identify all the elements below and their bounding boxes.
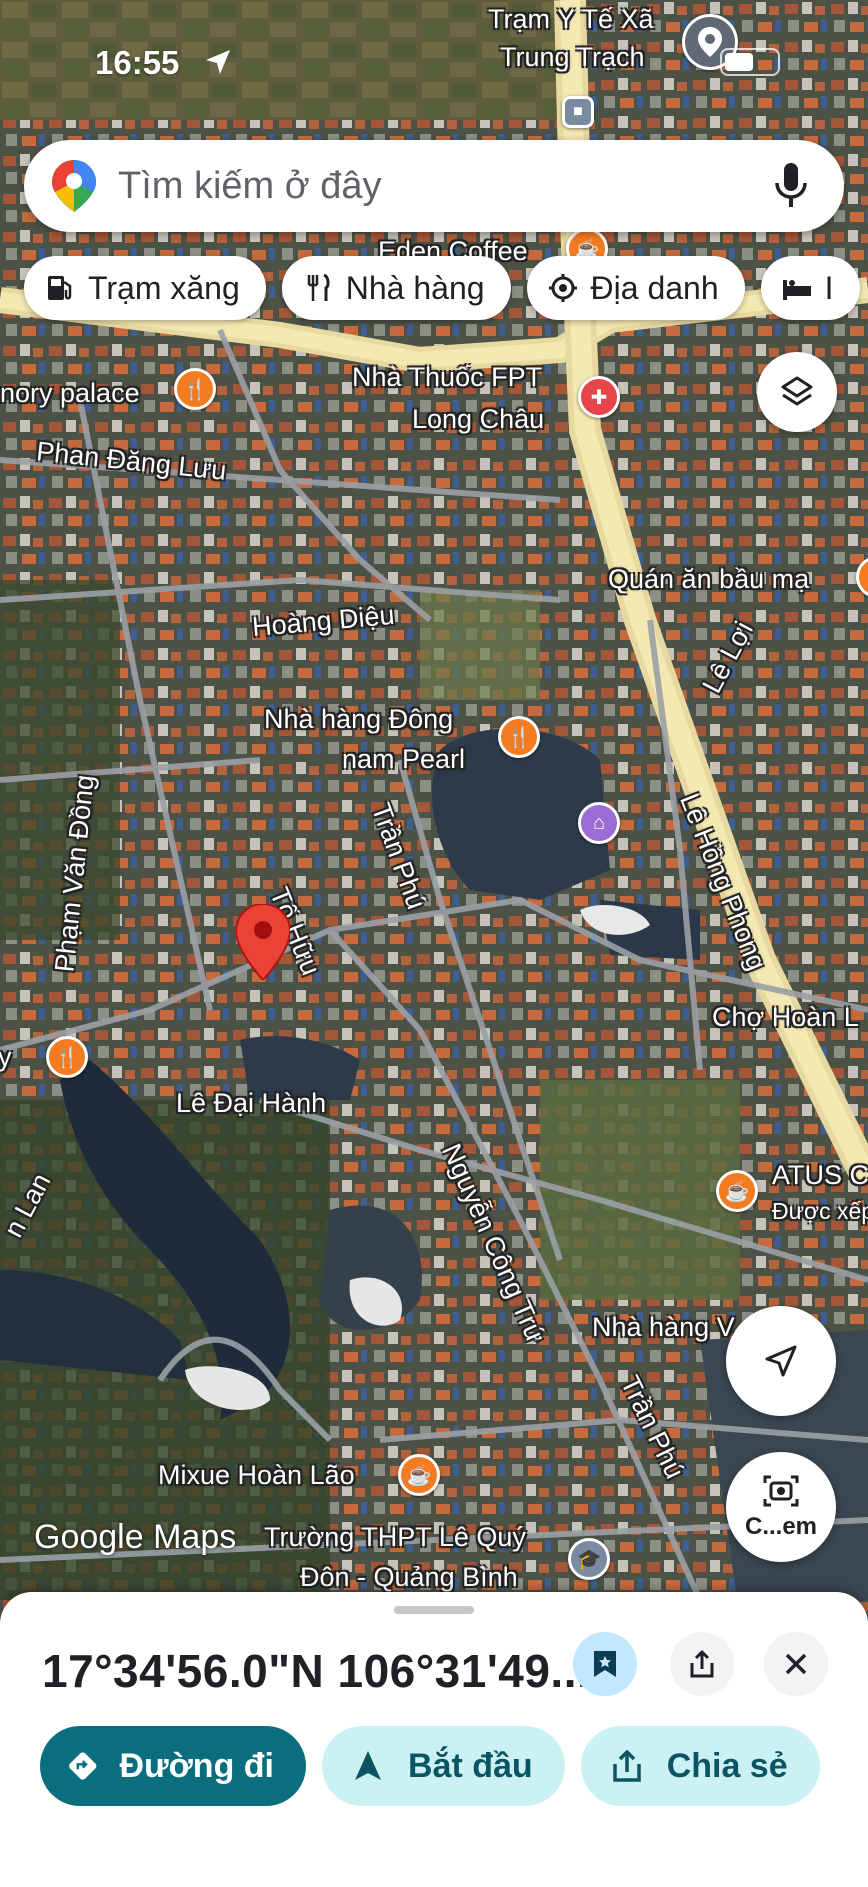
bus-stop-icon[interactable]: ■ — [562, 96, 594, 128]
landmark-icon — [548, 274, 577, 302]
street-label: y — [0, 1042, 12, 1072]
my-location-button[interactable] — [726, 1306, 836, 1416]
save-button[interactable] — [573, 1632, 637, 1696]
restaurant-icon — [307, 273, 330, 301]
directions-button[interactable]: Đường đi — [40, 1726, 306, 1806]
map-label: Trung Trạch — [500, 42, 645, 72]
share-button[interactable]: Chia sẻ — [580, 1726, 820, 1806]
google-maps-watermark: Google Maps — [34, 1518, 237, 1556]
camera-search-button[interactable]: C...em — [726, 1452, 836, 1562]
restaurant-icon[interactable]: 🍴 — [174, 368, 216, 410]
share-icon-button[interactable] — [670, 1632, 734, 1696]
map-label: Nhà hàng Đông — [264, 704, 454, 734]
landmark-icon[interactable]: ⌂ — [578, 802, 620, 844]
place-bottom-sheet[interactable]: 17°34'56.0"N 106°31'49... Đường đi Bắt đ… — [0, 1592, 868, 1887]
map-label: Trường THPT Lê Quý — [264, 1522, 526, 1552]
map-label: Đôn - Quảng Bình — [300, 1562, 518, 1592]
location-services-icon — [206, 50, 230, 74]
gas-station-icon — [48, 276, 72, 300]
layers-button[interactable] — [757, 352, 837, 432]
map-label: Trạm Y Tế Xã — [488, 4, 654, 34]
chip-landmark[interactable]: Địa danh — [526, 256, 745, 320]
directions-label: Đường đi — [119, 1746, 274, 1785]
map-label: Mixue Hoàn Lão — [158, 1460, 355, 1490]
map-label: Quán ăn bầu mạ — [608, 564, 810, 594]
dropped-pin-icon[interactable] — [236, 904, 290, 980]
chip-label: Nhà hàng — [345, 269, 485, 306]
cafe-icon[interactable]: ☕ — [398, 1454, 440, 1496]
pharmacy-icon[interactable]: ✚ — [578, 376, 620, 418]
action-buttons: Đường đi Bắt đầu Chia sẻ — [40, 1726, 820, 1806]
map-label: nam Pearl — [342, 744, 466, 774]
status-time: 16:55 — [95, 44, 180, 81]
chip-label: I — [824, 269, 834, 306]
camera-icon — [763, 1475, 799, 1507]
hotel-icon — [782, 280, 811, 300]
chip-label: Địa danh — [590, 269, 719, 306]
camera-button-label: C...em — [744, 1513, 818, 1540]
close-icon — [785, 1653, 807, 1675]
map-label: Nhà Thuốc FPT — [352, 362, 543, 392]
share-icon — [690, 1650, 714, 1678]
battery-icon — [720, 48, 780, 76]
chip-restaurant[interactable]: Nhà hàng — [281, 256, 511, 320]
microphone-icon[interactable] — [774, 163, 808, 209]
chip-gas-station[interactable]: Trạm xăng — [24, 256, 266, 320]
share-icon — [612, 1750, 641, 1782]
start-label: Bắt đầu — [408, 1746, 533, 1785]
cafe-icon[interactable]: ☕ — [716, 1170, 758, 1212]
directions-icon — [69, 1752, 97, 1780]
navigation-arrow-icon — [765, 1345, 797, 1377]
start-button[interactable]: Bắt đầu — [322, 1726, 565, 1806]
share-label: Chia sẻ — [666, 1746, 788, 1785]
google-maps-logo-icon — [52, 160, 96, 212]
map-label: Được xếp — [772, 1198, 868, 1224]
map-label: ATUS C — [772, 1160, 868, 1190]
restaurant-icon[interactable]: 🍴 — [498, 716, 540, 758]
layers-icon — [781, 376, 813, 406]
map-label: Chợ Hoàn L — [712, 1002, 859, 1032]
bookmark-icon — [594, 1651, 616, 1677]
school-icon[interactable]: 🎓 — [568, 1538, 610, 1580]
chip-label: Trạm xăng — [88, 269, 240, 306]
coordinates-title: 17°34'56.0"N 106°31'49... — [42, 1645, 591, 1697]
close-button[interactable] — [764, 1632, 828, 1696]
navigation-arrow-icon — [355, 1751, 381, 1780]
street-label: Lê Đại Hành — [176, 1088, 327, 1118]
drag-handle[interactable] — [394, 1606, 474, 1614]
restaurant-icon[interactable]: 🍴 — [46, 1036, 88, 1078]
category-chips: Trạm xăng Nhà hàng Địa danh I — [24, 256, 860, 320]
search-placeholder[interactable]: Tìm kiếm ở đây — [118, 165, 774, 208]
chip-hotel[interactable]: I — [760, 256, 860, 320]
map-label: nory palace — [0, 378, 140, 408]
map-label: Long Châu — [412, 404, 545, 434]
search-bar[interactable]: Tìm kiếm ở đây — [24, 140, 844, 232]
